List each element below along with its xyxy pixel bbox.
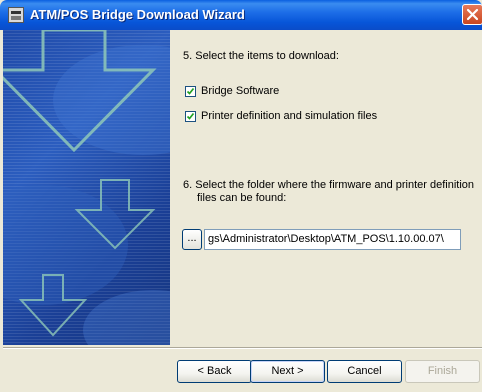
finish-button[interactable]: Finish [405, 360, 480, 383]
wizard-content: 5. Select the items to download: Bridge … [175, 30, 482, 345]
wizard-app-icon [8, 7, 24, 23]
browse-button[interactable]: ... [182, 229, 202, 250]
button-separator [3, 347, 482, 349]
close-icon [466, 8, 479, 21]
title-bar[interactable]: ATM/POS Bridge Download Wizard [0, 0, 482, 30]
checkbox-label: Bridge Software [201, 85, 280, 97]
folder-path-field[interactable]: gs\Administrator\Desktop\ATM_POS\1.10.00… [204, 229, 461, 250]
window-title: ATM/POS Bridge Download Wizard [30, 7, 245, 22]
checkbox-printer-definition[interactable]: Printer definition and simulation files [185, 109, 377, 123]
wizard-side-banner [3, 30, 170, 345]
checkbox-label: Printer definition and simulation files [201, 110, 378, 122]
step-6-label-line1: 6. Select the folder where the firmware … [183, 179, 475, 191]
back-button[interactable]: < Back [177, 360, 252, 383]
checkbox[interactable] [185, 110, 196, 122]
wizard-body: 5. Select the items to download: Bridge … [3, 30, 482, 392]
checkbox-bridge-software[interactable]: Bridge Software [185, 84, 279, 98]
close-button[interactable] [462, 4, 482, 25]
cancel-button[interactable]: Cancel [327, 360, 402, 383]
step-6-label-line2: files can be found: [197, 192, 287, 204]
step-5-label: 5. Select the items to download: [183, 50, 339, 62]
check-icon [186, 112, 195, 120]
check-icon [186, 87, 195, 95]
checkbox[interactable] [185, 85, 196, 97]
next-button[interactable]: Next > [250, 360, 325, 383]
